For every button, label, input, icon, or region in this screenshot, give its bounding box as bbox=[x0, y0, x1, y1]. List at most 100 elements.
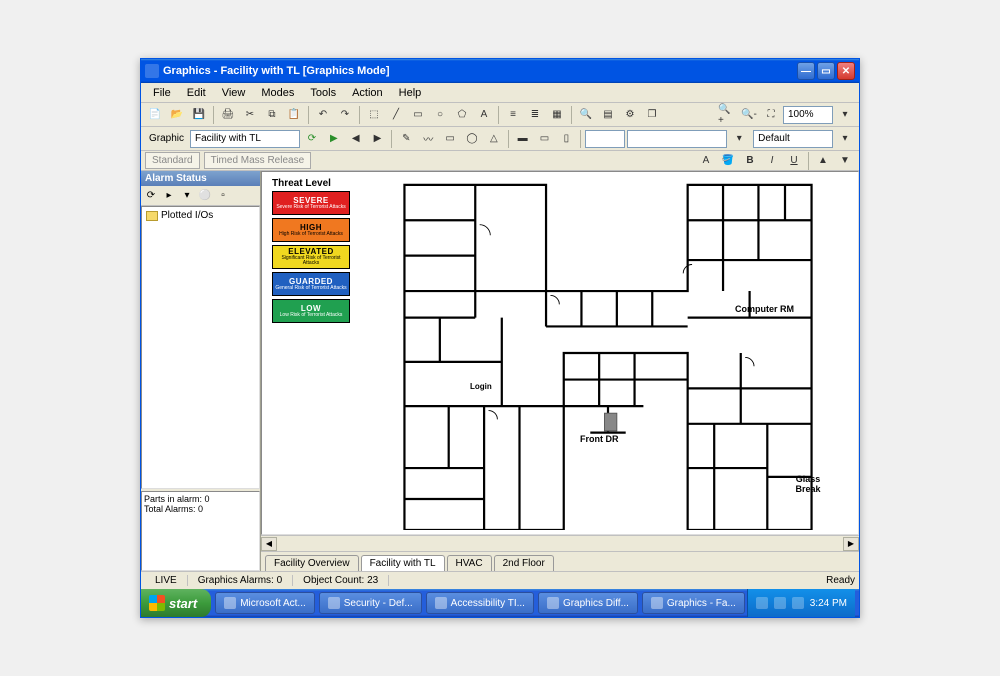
align-center-button[interactable]: ≣ bbox=[525, 105, 545, 125]
zoom-in-button[interactable]: 🔍+ bbox=[717, 105, 737, 125]
horizontal-scrollbar[interactable]: ◀ ▶ bbox=[261, 535, 859, 551]
tab-facility-overview[interactable]: Facility Overview bbox=[265, 555, 359, 571]
menu-edit[interactable]: Edit bbox=[179, 85, 214, 101]
draw-tool-1[interactable]: ✎ bbox=[396, 129, 416, 149]
menu-tools[interactable]: Tools bbox=[302, 85, 344, 101]
tree-root-item[interactable]: Plotted I/Os bbox=[144, 209, 257, 222]
tray-icon[interactable] bbox=[774, 597, 786, 609]
zoom-combo[interactable]: 100% bbox=[783, 106, 833, 124]
fill-color-button[interactable]: 🪣 bbox=[718, 151, 738, 171]
menu-file[interactable]: File bbox=[145, 85, 179, 101]
open-button[interactable]: 📂 bbox=[167, 105, 187, 125]
taskbar-item-1[interactable]: Microsoft Act... bbox=[215, 592, 315, 614]
sidebar-filter-icon[interactable]: ⚪ bbox=[197, 188, 213, 204]
titlebar[interactable]: Graphics - Facility with TL [Graphics Mo… bbox=[141, 59, 859, 83]
tool-rect[interactable]: ▭ bbox=[408, 105, 428, 125]
canvas[interactable]: Threat Level SEVERESevere Risk of Terror… bbox=[261, 171, 859, 535]
minimize-button[interactable]: — bbox=[797, 62, 815, 80]
draw-tool-3[interactable]: ▭ bbox=[440, 129, 460, 149]
tab-2nd-floor[interactable]: 2nd Floor bbox=[494, 555, 554, 571]
tool-polygon[interactable]: ⬠ bbox=[452, 105, 472, 125]
threat-level-desc: General Risk of Terrorist Attacks bbox=[275, 286, 346, 291]
tab-hvac[interactable]: HVAC bbox=[447, 555, 492, 571]
statusbar: LIVE Graphics Alarms: 0 Object Count: 23… bbox=[141, 571, 859, 589]
italic-button[interactable]: I bbox=[762, 151, 782, 171]
save-button[interactable]: 💾 bbox=[189, 105, 209, 125]
undo-button[interactable]: ↶ bbox=[313, 105, 333, 125]
paste-button[interactable]: 📋 bbox=[284, 105, 304, 125]
tool-line[interactable]: ╱ bbox=[386, 105, 406, 125]
scroll-left-button[interactable]: ◀ bbox=[261, 537, 277, 551]
menu-help[interactable]: Help bbox=[391, 85, 430, 101]
clock[interactable]: 3:24 PM bbox=[810, 598, 847, 609]
tool-text[interactable]: A bbox=[474, 105, 494, 125]
graphic-name-combo[interactable]: Facility with TL bbox=[190, 130, 300, 148]
font-combo[interactable] bbox=[627, 130, 727, 148]
menu-modes[interactable]: Modes bbox=[253, 85, 302, 101]
format-tool-3[interactable]: ▯ bbox=[556, 129, 576, 149]
chevron-down-icon[interactable]: ▾ bbox=[729, 129, 749, 149]
properties-button[interactable]: ⚙ bbox=[620, 105, 640, 125]
label-glass-break: Glass Break bbox=[788, 474, 828, 494]
sidebar-expand-icon[interactable]: ▸ bbox=[161, 188, 177, 204]
search-icon[interactable]: 🔍 bbox=[576, 105, 596, 125]
sidebar-settings-icon[interactable]: ▫ bbox=[215, 188, 231, 204]
arrange-back-button[interactable]: ▼ bbox=[835, 151, 855, 171]
copy-button[interactable]: ⧉ bbox=[262, 105, 282, 125]
threat-level-guarded[interactable]: GUARDEDGeneral Risk of Terrorist Attacks bbox=[272, 272, 350, 296]
threat-level-severe[interactable]: SEVERESevere Risk of Terrorist Attacks bbox=[272, 191, 350, 215]
window-button[interactable]: ❐ bbox=[642, 105, 662, 125]
chevron-down-icon[interactable]: ▾ bbox=[835, 129, 855, 149]
tray-icon[interactable] bbox=[756, 597, 768, 609]
draw-tool-2[interactable]: 〰 bbox=[418, 129, 438, 149]
taskbar-item-5[interactable]: Graphics - Fa... bbox=[642, 592, 745, 614]
threat-level-low[interactable]: LOWLow Risk of Terrorist Attacks bbox=[272, 299, 350, 323]
format-tool-2[interactable]: ▭ bbox=[535, 129, 555, 149]
new-button[interactable]: 📄 bbox=[145, 105, 165, 125]
draw-tool-4[interactable]: ◯ bbox=[462, 129, 482, 149]
tab-facility-with-tl[interactable]: Facility with TL bbox=[361, 555, 445, 571]
align-left-button[interactable]: ≡ bbox=[503, 105, 523, 125]
maximize-button[interactable]: ▭ bbox=[817, 62, 835, 80]
font-size-combo[interactable] bbox=[585, 130, 625, 148]
refresh-button[interactable]: ⟳ bbox=[302, 129, 322, 149]
tool-circle[interactable]: ○ bbox=[430, 105, 450, 125]
scroll-right-button[interactable]: ▶ bbox=[843, 537, 859, 551]
cut-button[interactable]: ✂ bbox=[240, 105, 260, 125]
bold-button[interactable]: B bbox=[740, 151, 760, 171]
io-tree[interactable]: Plotted I/Os bbox=[141, 206, 260, 489]
taskbar-item-4[interactable]: Graphics Diff... bbox=[538, 592, 638, 614]
system-tray[interactable]: 3:24 PM bbox=[747, 589, 855, 617]
tool-select[interactable]: ⬚ bbox=[364, 105, 384, 125]
front-door-sensor[interactable] bbox=[604, 413, 616, 431]
mode-tab-standard[interactable]: Standard bbox=[145, 152, 200, 169]
close-button[interactable]: ✕ bbox=[837, 62, 855, 80]
tray-icon[interactable] bbox=[792, 597, 804, 609]
grid-button[interactable]: ▦ bbox=[547, 105, 567, 125]
mode-tab-timed-release[interactable]: Timed Mass Release bbox=[204, 152, 312, 169]
sidebar-refresh-icon[interactable]: ⟳ bbox=[143, 188, 159, 204]
nav-back-button[interactable]: ◀ bbox=[346, 129, 366, 149]
zoom-out-button[interactable]: 🔍- bbox=[739, 105, 759, 125]
layers-button[interactable]: ▤ bbox=[598, 105, 618, 125]
nav-forward-button[interactable]: ▶ bbox=[368, 129, 388, 149]
print-button[interactable]: 🖨 bbox=[218, 105, 238, 125]
play-button[interactable]: ▶ bbox=[324, 129, 344, 149]
chevron-down-icon[interactable]: ▾ bbox=[835, 105, 855, 125]
threat-level-high[interactable]: HIGHHigh Risk of Terrorist Attacks bbox=[272, 218, 350, 242]
format-tool-1[interactable]: ▬ bbox=[513, 129, 533, 149]
menu-action[interactable]: Action bbox=[344, 85, 391, 101]
alarm-filter-combo[interactable]: Default bbox=[753, 130, 833, 148]
start-button[interactable]: start bbox=[141, 589, 211, 617]
underline-button[interactable]: U bbox=[784, 151, 804, 171]
draw-tool-5[interactable]: △ bbox=[484, 129, 504, 149]
arrange-front-button[interactable]: ▲ bbox=[813, 151, 833, 171]
zoom-fit-button[interactable]: ⛶ bbox=[761, 105, 781, 125]
redo-button[interactable]: ↷ bbox=[335, 105, 355, 125]
taskbar-item-2[interactable]: Security - Def... bbox=[319, 592, 422, 614]
taskbar-item-3[interactable]: Accessibility TI... bbox=[426, 592, 534, 614]
sidebar-collapse-icon[interactable]: ▾ bbox=[179, 188, 195, 204]
threat-level-elevated[interactable]: ELEVATEDSignificant Risk of Terrorist At… bbox=[272, 245, 350, 269]
font-color-button[interactable]: A bbox=[696, 151, 716, 171]
menu-view[interactable]: View bbox=[214, 85, 254, 101]
